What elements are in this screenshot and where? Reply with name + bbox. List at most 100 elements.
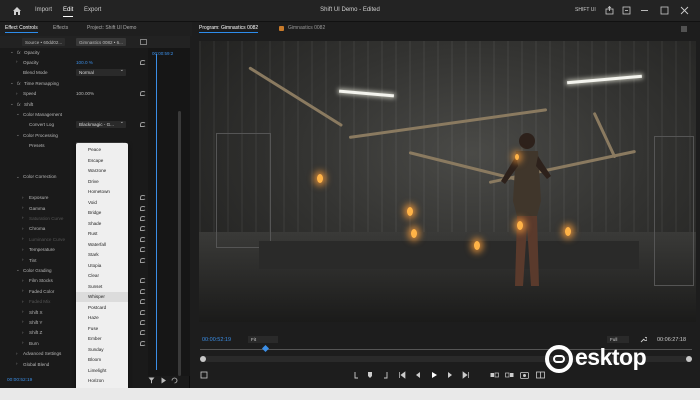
chevron-right-icon[interactable]: ›	[22, 257, 24, 262]
chevron-right-icon[interactable]: ›	[22, 205, 24, 210]
lift-icon[interactable]	[490, 371, 499, 379]
go-to-in-icon[interactable]	[398, 371, 406, 379]
property-row[interactable]: ⌄ Color Processing	[0, 131, 155, 139]
tab-project[interactable]: Project: Shift UI Demo	[87, 25, 136, 31]
reset-parameter-icon[interactable]	[140, 226, 146, 232]
presets-dropdown-list[interactable]: Peace Escape Warzone Drive Hometown Void Bridg…	[76, 143, 128, 391]
reset-parameter-icon[interactable]	[140, 215, 146, 221]
step-back-icon[interactable]	[414, 371, 422, 379]
toggle-timeline-icon[interactable]	[140, 39, 147, 45]
tab-clip-name[interactable]: Gimnastics 0082	[288, 25, 325, 31]
preset-option[interactable]: Drive	[76, 177, 128, 187]
chevron-down-icon[interactable]: ⌄	[16, 111, 20, 117]
filter-icon[interactable]	[148, 377, 155, 384]
reset-parameter-icon[interactable]	[140, 288, 146, 294]
preset-option[interactable]: Rust	[76, 229, 128, 239]
property-row[interactable]: › Opacity 100.0 %	[0, 58, 155, 66]
reset-parameter-icon[interactable]	[140, 340, 146, 346]
chevron-right-icon[interactable]: ›	[22, 236, 24, 241]
menu-export[interactable]: Export	[84, 7, 101, 13]
chevron-right-icon[interactable]: ›	[16, 361, 18, 366]
preset-option[interactable]: Hometown	[76, 187, 128, 197]
chevron-right-icon[interactable]: ›	[22, 319, 24, 324]
property-row[interactable]: ⌄ fx Opacity	[0, 48, 155, 56]
property-dropdown[interactable]: Normal	[76, 67, 126, 77]
close-icon[interactable]	[680, 6, 689, 15]
chevron-right-icon[interactable]: ›	[16, 351, 18, 356]
workspace-label[interactable]: SHIFT UI	[575, 7, 596, 13]
reset-parameter-icon[interactable]	[140, 257, 146, 263]
zoom-fit-dropdown[interactable]: Fit	[248, 336, 278, 343]
property-row[interactable]: › Speed 100.00%	[0, 90, 155, 98]
property-row[interactable]: Convert Log Blackmagic - G...	[0, 119, 155, 129]
chevron-right-icon[interactable]: ›	[22, 278, 24, 283]
preset-option[interactable]: Haze	[76, 313, 128, 323]
chevron-down-icon[interactable]: ⌄	[16, 174, 20, 180]
tab-effects[interactable]: Effects	[53, 25, 68, 31]
ec-timecode[interactable]: 00:00:52:19	[7, 378, 32, 383]
property-dropdown[interactable]: Blackmagic - G...	[76, 119, 126, 129]
video-frame[interactable]	[199, 41, 696, 322]
maximize-icon[interactable]	[660, 6, 669, 15]
safe-margins-icon[interactable]	[200, 371, 208, 379]
preset-option[interactable]: Fuse	[76, 324, 128, 334]
preset-option[interactable]: Bridge	[76, 208, 128, 218]
home-icon[interactable]	[12, 6, 22, 16]
quick-export-icon[interactable]	[622, 6, 631, 15]
chevron-right-icon[interactable]: ›	[22, 340, 24, 345]
chevron-down-icon[interactable]: ⌄	[10, 80, 14, 86]
preset-option[interactable]: Horizon	[76, 376, 128, 386]
mark-out-icon[interactable]	[382, 371, 390, 379]
preset-option[interactable]: Sunday	[76, 345, 128, 355]
property-row[interactable]: Blend Mode Normal	[0, 67, 155, 77]
source-chip[interactable]: Source • 60dd02...	[22, 38, 66, 46]
extract-icon[interactable]	[505, 371, 514, 379]
preset-option[interactable]: Waterfall	[76, 240, 128, 250]
reset-parameter-icon[interactable]	[140, 247, 146, 253]
current-timecode[interactable]: 00:00:52:19	[202, 337, 231, 343]
reset-parameter-icon[interactable]	[140, 205, 146, 211]
reset-parameter-icon[interactable]	[140, 91, 146, 97]
property-row[interactable]: ⌄ Color Management	[0, 110, 155, 118]
reset-parameter-icon[interactable]	[140, 299, 146, 305]
reset-parameter-icon[interactable]	[140, 309, 146, 315]
preset-option[interactable]: Utopia	[76, 261, 128, 271]
tab-program[interactable]: Program: Gimnastics 0082	[199, 25, 259, 33]
reset-parameter-icon[interactable]	[140, 330, 146, 336]
preset-option[interactable]: Void	[76, 198, 128, 208]
chevron-right-icon[interactable]: ›	[22, 330, 24, 335]
panel-menu-icon[interactable]	[680, 25, 688, 33]
chevron-right-icon[interactable]: ›	[16, 59, 18, 64]
step-forward-icon[interactable]	[446, 371, 454, 379]
preset-option[interactable]: Escape	[76, 156, 128, 166]
property-value[interactable]: 100.00%	[76, 91, 94, 96]
chevron-right-icon[interactable]: ›	[22, 226, 24, 231]
menu-edit[interactable]: Edit	[63, 7, 74, 17]
minimize-icon[interactable]	[640, 6, 649, 15]
preset-option[interactable]: Peace	[76, 145, 128, 155]
chevron-down-icon[interactable]: ⌄	[16, 267, 20, 273]
mark-in-icon[interactable]	[352, 371, 360, 379]
fx-toggle-icon[interactable]: fx	[17, 81, 21, 86]
reset-parameter-icon[interactable]	[140, 278, 146, 284]
preset-option[interactable]: Bloom	[76, 355, 128, 365]
chevron-right-icon[interactable]: ›	[22, 309, 24, 314]
chevron-down-icon[interactable]: ⌄	[10, 49, 14, 55]
reset-parameter-icon[interactable]	[140, 195, 146, 201]
fx-toggle-icon[interactable]: fx	[17, 50, 21, 55]
reset-parameter-icon[interactable]	[140, 236, 146, 242]
chevron-down-icon[interactable]: ⌄	[10, 101, 14, 107]
menu-import[interactable]: Import	[35, 7, 52, 13]
preset-option[interactable]: Sunset	[76, 282, 128, 292]
playhead-line[interactable]	[156, 54, 157, 370]
preset-option[interactable]: Clear	[76, 271, 128, 281]
reset-parameter-icon[interactable]	[140, 319, 146, 325]
chevron-right-icon[interactable]: ›	[22, 299, 24, 304]
share-icon[interactable]	[605, 6, 614, 15]
chevron-right-icon[interactable]: ›	[22, 247, 24, 252]
fx-toggle-icon[interactable]: fx	[17, 102, 21, 107]
add-marker-icon[interactable]	[366, 371, 374, 379]
export-frame-icon[interactable]	[520, 371, 529, 379]
tab-effect-controls[interactable]: Effect Controls	[5, 25, 38, 33]
preset-option[interactable]: Limelight	[76, 366, 128, 376]
